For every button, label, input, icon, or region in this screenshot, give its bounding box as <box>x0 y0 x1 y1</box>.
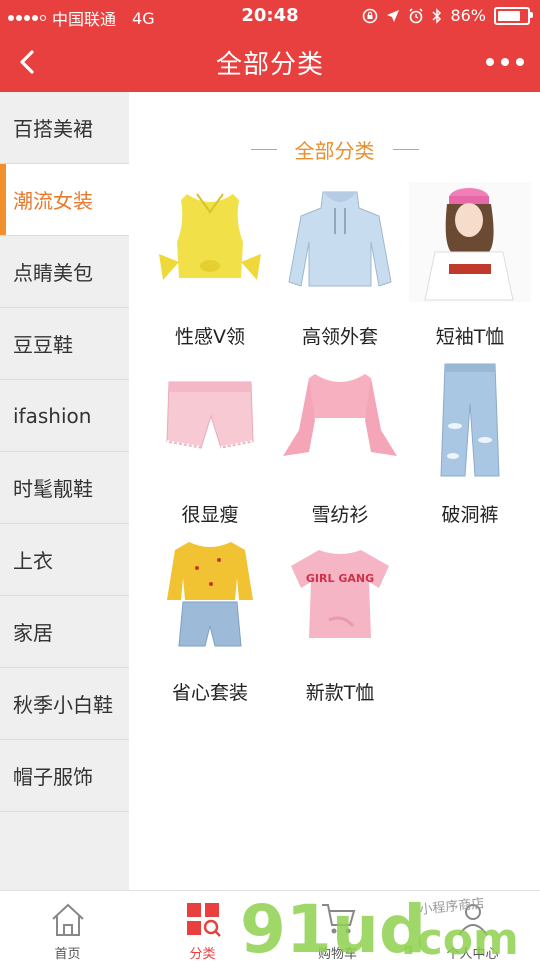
category-sidebar: 百搭美裙 潮流女装 点睛美包 豆豆鞋 ifashion 时髦靓鞋 上衣 家居 秋… <box>0 92 129 890</box>
sidebar-item[interactable]: 点睛美包 <box>0 236 129 308</box>
sidebar-item-label: 百搭美裙 <box>13 117 93 141</box>
sidebar-item[interactable]: 百搭美裙 <box>0 92 129 164</box>
category-item[interactable]: 高领外套 <box>275 182 405 349</box>
category-item[interactable]: GIRL GANG 新款T恤 <box>275 538 405 705</box>
category-label: 破洞裤 <box>441 504 499 526</box>
sidebar-item-label: 时髦靓鞋 <box>13 477 93 501</box>
sidebar-item[interactable]: 时髦靓鞋 <box>0 452 129 524</box>
category-label: 雪纺衫 <box>311 504 369 526</box>
tab-category[interactable]: 分类 <box>135 891 270 962</box>
category-label: 省心套装 <box>171 682 248 704</box>
home-icon <box>51 903 84 936</box>
category-icon <box>186 903 221 937</box>
girl-pink-cap-tshirt-image <box>409 182 531 302</box>
sidebar-item[interactable]: 秋季小白鞋 <box>0 668 129 740</box>
category-item[interactable]: 很显瘦 <box>145 360 275 527</box>
sidebar-item-active[interactable]: 潮流女装 <box>0 164 129 236</box>
tshirt-print-text: GIRL GANG <box>306 572 374 585</box>
sidebar-item[interactable]: 豆豆鞋 <box>0 308 129 380</box>
section-header: 全部分类 <box>129 134 540 164</box>
category-label: 短袖T恤 <box>435 326 505 348</box>
category-item[interactable]: 雪纺衫 <box>275 360 405 527</box>
sidebar-item-label: 潮流女装 <box>13 189 93 213</box>
sidebar-item-label: ifashion <box>13 403 92 428</box>
pink-tshirt-image: GIRL GANG <box>291 550 389 638</box>
light-blue-hoodie-image <box>288 191 392 287</box>
category-item[interactable]: 性感V领 <box>145 182 275 349</box>
sidebar-item[interactable]: 家居 <box>0 596 129 668</box>
sidebar-item-label: 家居 <box>13 621 53 645</box>
tab-label: 购物车 <box>317 947 357 962</box>
status-bar: 中国联通 4G 20:48 86% <box>0 0 540 32</box>
sidebar-item-label: 上衣 <box>13 549 53 573</box>
tab-label: 个人中心 <box>446 947 499 962</box>
sidebar-item[interactable]: 帽子服饰 <box>0 740 129 812</box>
category-label: 新款T恤 <box>305 682 375 704</box>
tab-label: 分类 <box>189 947 216 962</box>
battery-percent: 86% <box>450 6 486 25</box>
more-dots-icon <box>486 58 494 66</box>
battery-icon <box>494 6 533 25</box>
more-button[interactable] <box>486 52 524 72</box>
bluetooth-icon <box>432 7 442 24</box>
sidebar-item-label: 点睛美包 <box>13 261 93 285</box>
category-item[interactable]: 破洞裤 <box>405 360 535 527</box>
sidebar-item[interactable]: 上衣 <box>0 524 129 596</box>
user-icon <box>457 904 488 936</box>
section-title: 全部分类 <box>294 138 375 163</box>
tab-cart[interactable]: 购物车 <box>270 891 405 962</box>
pink-denim-shorts-image <box>166 381 254 450</box>
alarm-icon <box>409 7 424 23</box>
nav-header: 全部分类 <box>0 32 540 92</box>
bottom-tab-bar: 首页 分类 购物车 个人中心 <box>0 890 540 962</box>
category-item[interactable]: 短袖T恤 <box>405 182 535 349</box>
cart-icon <box>321 904 355 934</box>
pink-flare-sleeve-crop-top-image <box>283 374 397 456</box>
page-title: 全部分类 <box>215 50 324 80</box>
category-label: 性感V领 <box>175 326 245 348</box>
lock-rotation-icon <box>363 8 378 23</box>
yellow-blouse-denim-shorts-image <box>167 542 253 647</box>
tab-label: 首页 <box>54 947 81 962</box>
ripped-jeans-image <box>440 363 500 477</box>
sidebar-item-label: 帽子服饰 <box>13 765 93 789</box>
location-arrow-icon <box>387 9 400 22</box>
yellow-sleeveless-top-image <box>159 193 261 280</box>
tab-profile[interactable]: 个人中心 <box>405 891 540 962</box>
sidebar-item[interactable]: ifashion <box>0 380 129 452</box>
category-label: 高领外套 <box>301 326 378 348</box>
sidebar-item-label: 豆豆鞋 <box>13 333 73 357</box>
divider <box>392 148 419 150</box>
sidebar-item-label: 秋季小白鞋 <box>13 693 113 717</box>
tab-home[interactable]: 首页 <box>0 891 135 962</box>
category-content: 全部分类 性感V领 高领外套 短袖T恤 很显瘦 雪纺衫 破洞裤 省心套装 GIR… <box>129 92 540 890</box>
category-item[interactable]: 省心套装 <box>145 538 275 705</box>
divider <box>250 148 277 150</box>
category-label: 很显瘦 <box>181 504 239 526</box>
